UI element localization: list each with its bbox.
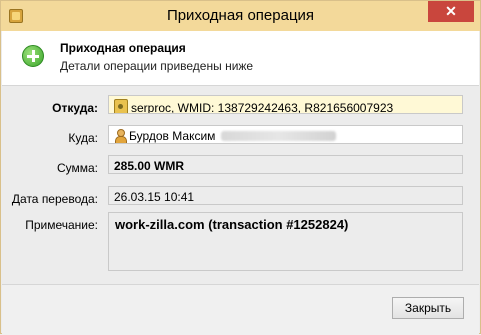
note-field[interactable]: work-zilla.com (transaction #1252824) [108, 212, 463, 271]
close-button[interactable]: Закрыть [392, 297, 464, 319]
to-value: Бурдов Максим [129, 129, 216, 143]
note-label: Примечание: [25, 218, 98, 232]
dialog-window: Приходная операция ✕ Приходная операция … [0, 0, 481, 335]
window-title: Приходная операция [166, 7, 315, 24]
note-value: work-zilla.com (transaction #1252824) [115, 217, 349, 232]
redacted-text [221, 131, 337, 141]
amount-value: 285.00 WMR [114, 159, 185, 173]
header-title: Приходная операция [60, 41, 186, 55]
to-label: Куда: [68, 131, 98, 145]
from-label: Откуда: [52, 101, 98, 115]
wallet-icon [114, 99, 128, 113]
from-field[interactable]: serproc, WMID: 138729242463, R8216560079… [108, 95, 463, 114]
header-subtitle: Детали операции приведены ниже [60, 59, 254, 73]
amount-label: Сумма: [56, 161, 98, 175]
amount-field[interactable]: 285.00 WMR [108, 155, 463, 174]
from-value: serproc, WMID: 138729242463, R8216560079… [131, 101, 394, 114]
date-field[interactable]: 26.03.15 10:41 [108, 186, 463, 205]
to-field[interactable]: Бурдов Максим [108, 125, 463, 144]
plus-icon [22, 45, 44, 67]
dialog-header: Приходная операция Детали операции приве… [2, 31, 479, 86]
title-bar[interactable]: Приходная операция ✕ [1, 1, 480, 31]
date-value: 26.03.15 10:41 [114, 190, 195, 204]
close-window-button[interactable]: ✕ [428, 1, 474, 22]
date-label: Дата перевода: [11, 192, 98, 206]
user-icon [114, 129, 127, 143]
